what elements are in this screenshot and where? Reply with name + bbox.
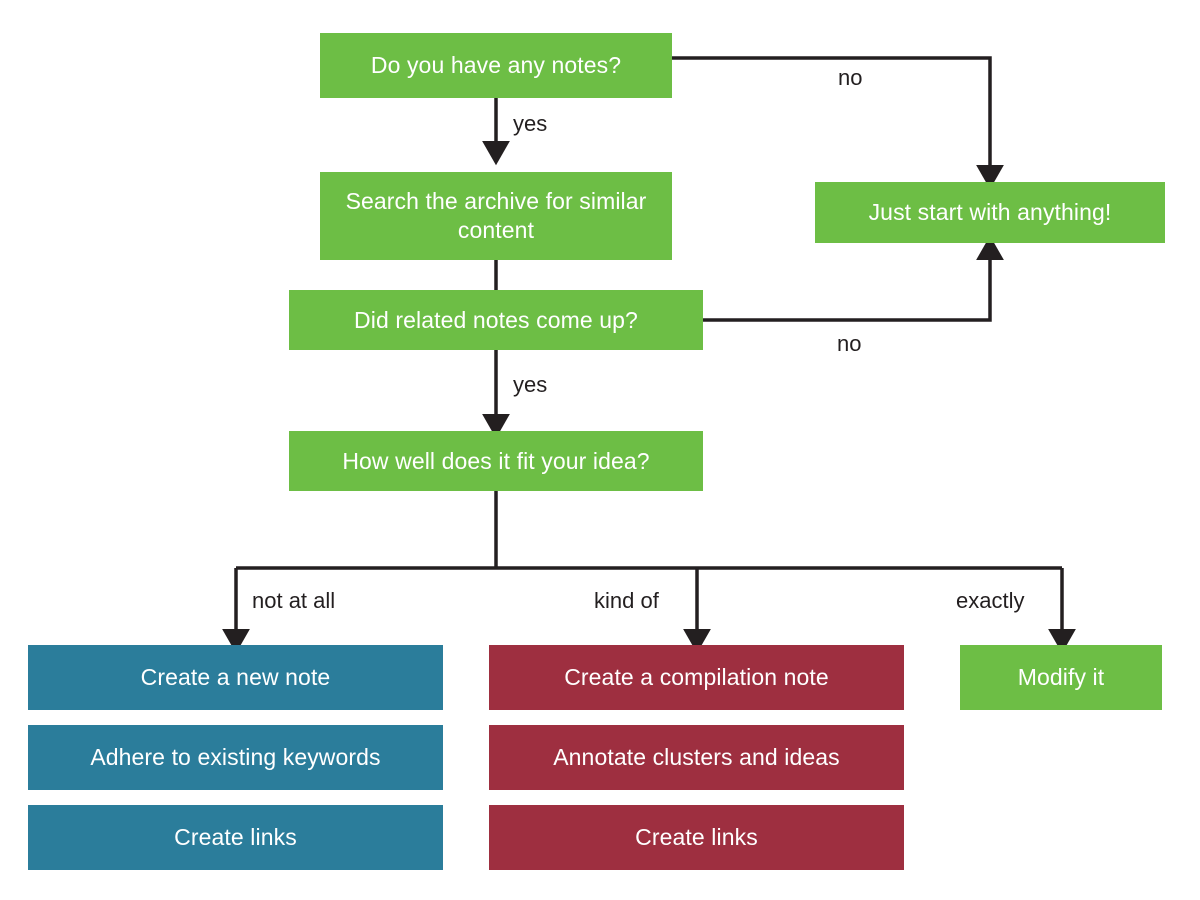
edge-label-yes-top: yes [513,111,548,136]
node-search-the-archive[interactable]: Search the archive for similar content [320,172,672,260]
node-do-you-have-any-notes[interactable]: Do you have any notes? [320,33,672,98]
edge-label-kind-of: kind of [594,588,659,613]
edge-related-to-just-start [703,235,1004,322]
node-how-well-does-it-fit[interactable]: How well does it fit your idea? [289,431,703,491]
node-create-a-new-note[interactable]: Create a new note [28,645,443,710]
node-modify-it[interactable]: Modify it [960,645,1162,710]
node-create-links-blue[interactable]: Create links [28,805,443,870]
node-annotate-clusters-and-ideas[interactable]: Annotate clusters and ideas [489,725,904,790]
edge-label-yes-mid: yes [513,372,548,397]
edge-have-notes-to-just-start [672,56,1004,190]
node-just-start-with-anything[interactable]: Just start with anything! [815,182,1165,243]
node-create-links-red[interactable]: Create links [489,805,904,870]
node-adhere-to-existing-keywords[interactable]: Adhere to existing keywords [28,725,443,790]
node-did-related-notes-come-up[interactable]: Did related notes come up? [289,290,703,350]
edge-label-not-at-all: not at all [252,588,336,613]
edge-label-no-top: no [838,65,863,90]
edge-label-no-mid: no [837,331,862,356]
edge-label-exactly: exactly [956,588,1025,613]
node-create-a-compilation-note[interactable]: Create a compilation note [489,645,904,710]
flowchart-canvas: Do you have any notes? Search the archiv… [0,0,1200,900]
